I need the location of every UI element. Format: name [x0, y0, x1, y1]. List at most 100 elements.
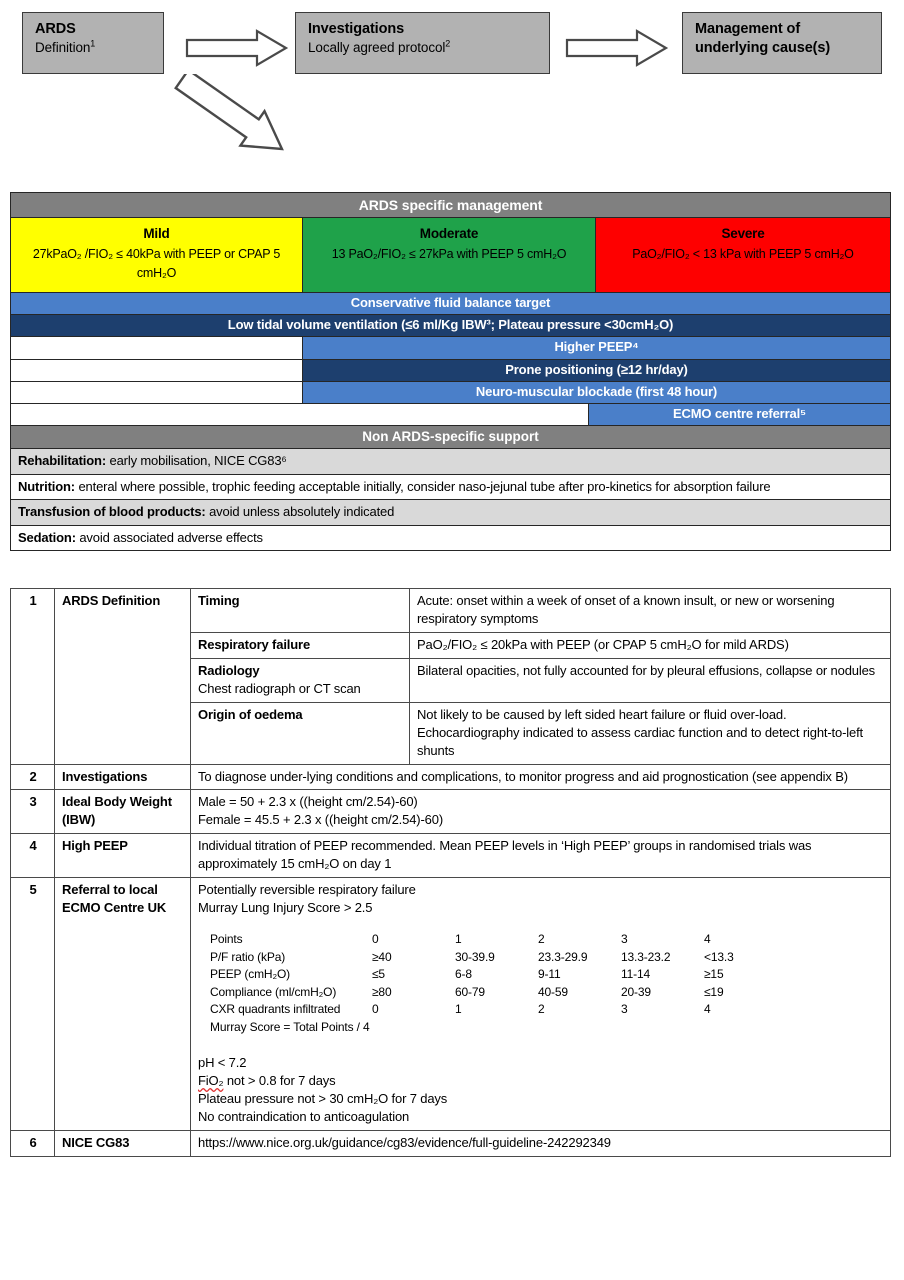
murray-row-compliance: Compliance (ml/cmH₂O) ≥80 60-79 40-59 20…	[210, 984, 787, 1002]
definition-subheading: Respiratory failure	[190, 631, 410, 659]
therapy-row-prone-positioning: Prone positioning (≥12 hr/day)	[11, 359, 890, 382]
flow-box-subtitle-text: Locally agreed protocol	[308, 39, 446, 55]
nice-guideline-url[interactable]: https://www.nice.org.uk/guidance/cg83/ev…	[190, 1130, 891, 1158]
severity-name: Mild	[143, 226, 170, 241]
definition-text: Acute: onset within a week of onset of a…	[409, 588, 891, 633]
murray-value: <13.3	[704, 949, 734, 964]
murray-value: ≥40	[372, 949, 392, 964]
murray-row-pf-ratio: P/F ratio (kPa) ≥40 30-39.9 23.3-29.9 13…	[210, 949, 787, 967]
therapy-blank-cell	[11, 337, 303, 359]
murray-header-cell: 4	[704, 932, 711, 947]
therapy-label[interactable]: Neuro-muscular blockade (first 48 hour)	[303, 381, 890, 403]
definition-subheading: Timing	[190, 588, 410, 633]
definition-subheading-main: Radiology	[198, 662, 260, 678]
support-text: avoid unless absolutely indicated	[205, 504, 395, 520]
row-label: High PEEP	[54, 833, 191, 879]
severity-cell-severe[interactable]: Severe PaO₂/FIO₂ < 13 kPa with PEEP 5 cm…	[596, 218, 890, 292]
support-text: early mobilisation, NICE CG83⁶	[106, 453, 287, 469]
definition-text: PaO₂/FIO₂ ≤ 20kPa with PEEP (or CPAP 5 c…	[409, 631, 891, 659]
severity-criteria: 27kPaO₂ /FIO₂ ≤ 40kPa with PEEP or CPAP …	[32, 247, 281, 280]
severity-criteria: 13 PaO₂/FIO₂ ≤ 27kPa with PEEP 5 cmH₂O	[331, 247, 567, 262]
therapy-row-fluid-balance: Conservative fluid balance target	[11, 292, 890, 315]
flow-box-subtitle-text: Definition	[35, 39, 91, 55]
therapy-blank-cell	[11, 404, 589, 426]
definition-text: Bilateral opacities, not fully accounted…	[409, 657, 891, 703]
murray-formula: Murray Score = Total Points / 4	[210, 1019, 370, 1034]
murray-value: 20-39	[621, 984, 651, 999]
definition-subheading-note: Chest radiograph or CT scan	[198, 680, 361, 696]
support-label: Transfusion of blood products:	[18, 504, 206, 520]
flow-diagram: ARDS Definition1 Investigations Locally …	[0, 0, 904, 160]
therapy-label[interactable]: Prone positioning (≥12 hr/day)	[303, 359, 890, 381]
flow-box-ards-definition[interactable]: ARDS Definition1	[22, 12, 164, 74]
ards-guideline-page: ARDS Definition1 Investigations Locally …	[0, 0, 904, 1280]
flow-box-management[interactable]: Management of underlying cause(s)	[682, 12, 882, 74]
ecmo-criterion-fio2: FiO₂ not > 0.8 for 7 days	[198, 1072, 884, 1090]
support-row-nutrition: Nutrition: enteral where possible, troph…	[11, 475, 890, 501]
support-row-transfusion: Transfusion of blood products: avoid unl…	[11, 500, 890, 526]
ecmo-criterion-plateau: Plateau pressure not > 30 cmH₂O for 7 da…	[198, 1091, 448, 1107]
ibw-female-formula: Female = 45.5 + 2.3 x ((height cm/2.54)-…	[198, 812, 444, 828]
murray-value: ≥80	[372, 984, 392, 999]
ecmo-line-2: Murray Lung Injury Score > 2.5	[198, 900, 373, 916]
definition-text: Not likely to be caused by left sided he…	[409, 701, 891, 765]
murray-score-table: Points 0 1 2 3 4 P/F ratio (kPa) ≥40 30-…	[210, 931, 787, 1036]
therapy-label[interactable]: Conservative fluid balance target	[11, 292, 890, 314]
murray-value: 40-59	[538, 984, 568, 999]
therapy-row-higher-peep: Higher PEEP⁴	[11, 337, 890, 360]
murray-value: ≤5	[372, 967, 385, 982]
flow-box-subtitle: Locally agreed protocol2	[308, 39, 539, 56]
murray-value: ≥15	[704, 967, 724, 982]
footnote-ref: 2	[445, 38, 451, 49]
murray-value: 60-79	[455, 984, 485, 999]
severity-name: Severe	[721, 226, 765, 241]
therapy-label[interactable]: Higher PEEP⁴	[303, 337, 890, 359]
definition-subheading: Radiology Chest radiograph or CT scan	[190, 657, 410, 703]
murray-row-peep: PEEP (cmH₂O) ≤5 6-8 9-11 11-14 ≥15	[210, 966, 787, 984]
row-text: Male = 50 + 2.3 x ((height cm/2.54)-60) …	[190, 789, 891, 835]
therapy-label[interactable]: Low tidal volume ventilation (≤6 ml/Kg I…	[11, 315, 890, 337]
murray-value: 2	[538, 1002, 545, 1017]
row-number: 4	[10, 833, 55, 879]
definition-subheading: Origin of oedema	[190, 701, 410, 765]
row-number: 1	[10, 588, 55, 765]
murray-value: 30-39.9	[455, 949, 495, 964]
murray-header-cell: 3	[621, 932, 628, 947]
row-label: ARDS Definition	[54, 588, 191, 765]
flow-box-title: Investigations	[308, 21, 405, 37]
severity-cell-mild[interactable]: Mild 27kPaO₂ /FIO₂ ≤ 40kPa with PEEP or …	[11, 218, 303, 292]
support-row-sedation: Sedation: avoid associated adverse effec…	[11, 526, 890, 551]
murray-row-label: CXR quadrants infiltrated	[210, 1002, 341, 1017]
support-text: avoid associated adverse effects	[75, 529, 263, 545]
murray-value: 4	[704, 1002, 711, 1017]
murray-row-label: PEEP (cmH₂O)	[210, 967, 290, 982]
ecmo-criteria-cell: Potentially reversible respiratory failu…	[190, 877, 891, 1132]
therapy-label[interactable]: ECMO centre referral⁵	[589, 404, 890, 426]
severity-cell-moderate[interactable]: Moderate 13 PaO₂/FIO₂ ≤ 27kPa with PEEP …	[303, 218, 596, 292]
row-number: 6	[10, 1130, 55, 1158]
row-number: 2	[10, 763, 55, 791]
row-label: Ideal Body Weight (IBW)	[54, 789, 191, 835]
table-row: 1 ARDS Definition Timing Acute: onset wi…	[10, 588, 891, 765]
therapy-row-ecmo-referral: ECMO centre referral⁵	[11, 404, 890, 427]
therapy-blank-cell	[11, 381, 303, 403]
footnote-ref: 1	[90, 38, 96, 49]
murray-row-label: Compliance (ml/cmH₂O)	[210, 984, 337, 999]
ards-management-table: ARDS specific management Mild 27kPaO₂ /F…	[10, 192, 891, 552]
murray-value: 23.3-29.9	[538, 949, 588, 964]
flow-box-title: Management of	[695, 21, 801, 37]
row-number: 3	[10, 789, 55, 835]
murray-value: 1	[455, 1002, 462, 1017]
murray-value: 6-8	[455, 967, 472, 982]
row-text: To diagnose under-lying conditions and c…	[190, 763, 891, 791]
ecmo-criterion-ph: pH < 7.2	[198, 1055, 247, 1071]
support-text: enteral where possible, trophic feeding …	[74, 478, 771, 494]
row-number: 5	[10, 877, 55, 1132]
row-label: Investigations	[54, 763, 191, 791]
murray-header-cell: 2	[538, 932, 545, 947]
flow-box-subtitle: Definition1	[35, 39, 153, 56]
arrow-right-icon	[185, 28, 289, 73]
support-label: Rehabilitation:	[18, 453, 107, 469]
flow-box-investigations[interactable]: Investigations Locally agreed protocol2	[295, 12, 550, 74]
